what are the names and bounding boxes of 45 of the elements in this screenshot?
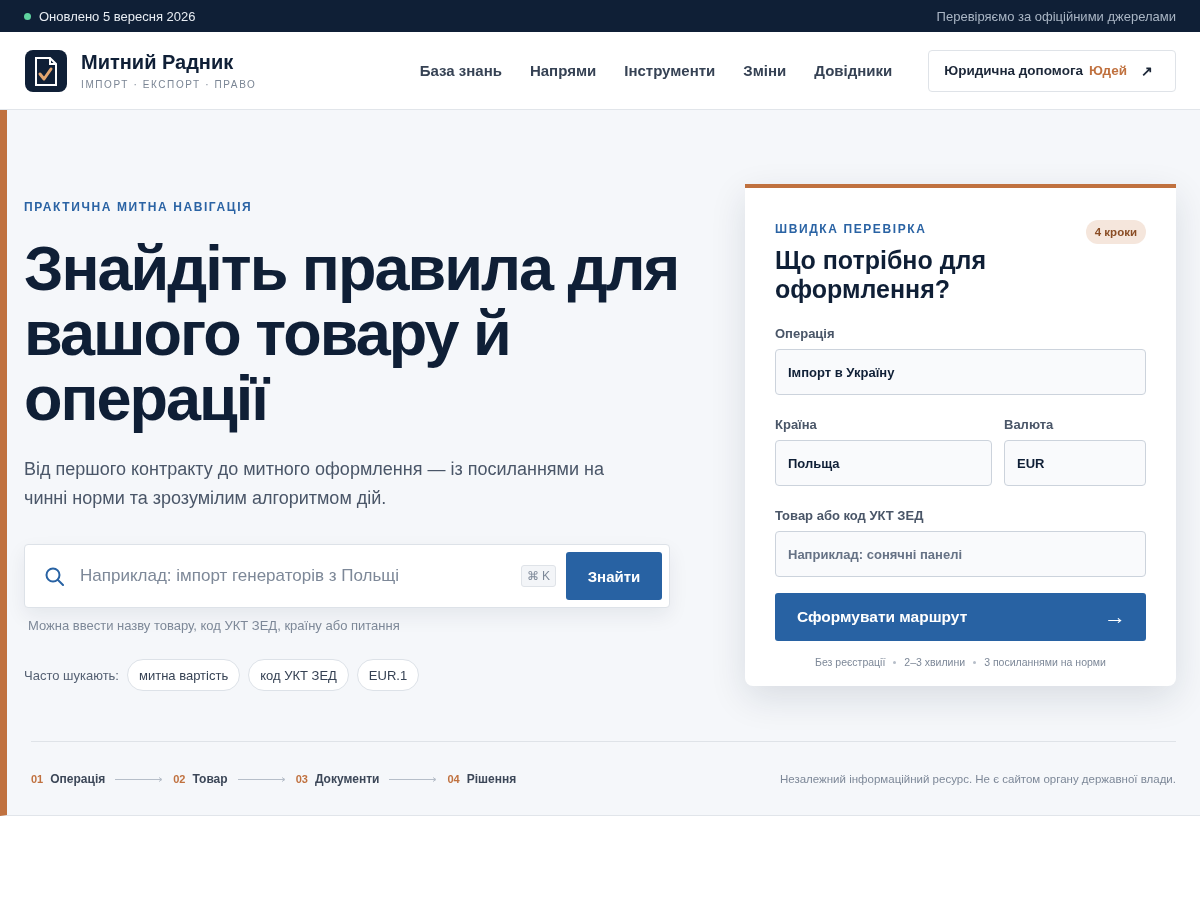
search-bar[interactable]: Наприклад: імпорт генераторів з Польщі ⌘ K Знайти (24, 544, 670, 608)
input-field[interactable]: Імпорт в Україну (775, 349, 1146, 395)
nav-link[interactable]: Зміни (743, 62, 787, 79)
nav-link[interactable]: Довідники (814, 62, 893, 79)
step-label: Рішення (466, 772, 517, 786)
step-label: Товар (192, 772, 228, 786)
shortcut-hint: ⌘ K (521, 565, 556, 587)
build-route-button[interactable]: Сформувати маршрут → (775, 593, 1146, 641)
step-number: 03 (295, 773, 308, 785)
search-chip[interactable]: EUR.1 (356, 659, 420, 691)
field-label: Країна (775, 417, 818, 432)
card-eyebrow: ШВИДКА ПЕРЕВІРКА (775, 222, 927, 236)
search-chip[interactable]: митна вартість (127, 659, 241, 691)
disclaimer-text: Незалежний інформаційний ресурс. Не є сайтом органу державної влади. (780, 773, 1176, 785)
input-field[interactable]: EUR (1004, 440, 1146, 486)
step-number: 02 (173, 773, 186, 785)
brand-name: Митний Радник (81, 51, 235, 74)
legal-help-button[interactable]: Юридична допомога Юдей ↗ (928, 49, 1176, 92)
field-label: Операція (775, 326, 836, 341)
card-footnote: 3 посиланнями на норми (984, 656, 1106, 668)
update-date: Оновлено 5 вересня 2026 (39, 8, 196, 24)
nav-link[interactable]: База знань (419, 62, 502, 79)
step-label: Документи (314, 772, 380, 786)
hero-heading: Знайдіть правила для вашого товару й операції (24, 236, 680, 431)
nav-link[interactable]: Інструменти (624, 62, 716, 79)
card-footnote: Без реєстрації (815, 656, 886, 668)
card-footnote: 2–3 хвилини (904, 656, 966, 668)
nav-link[interactable]: Напрями (529, 62, 597, 79)
step-label: Операція (50, 772, 106, 786)
search-chip[interactable]: код УКТ ЗЕД (248, 659, 349, 691)
popular-label: Часто шукають: (24, 667, 119, 683)
step-number: 04 (447, 773, 460, 785)
card-title: Що потрібно для оформлення? (775, 246, 987, 304)
hero-description: Від першого контракту до митного оформлення — із посиланнями на чинні норми та зрозумілим алгоритмом дій. (24, 458, 605, 510)
step-number: 01 (31, 773, 44, 785)
steps-badge: 4 кроки (1085, 220, 1146, 244)
search-button[interactable]: Знайти (566, 552, 662, 600)
search-hint: Можна ввести назву товару, код УКТ ЗЕД, країну або питання (28, 618, 401, 633)
input-field[interactable]: Наприклад: сонячні панелі (775, 531, 1146, 577)
brand-tagline: ІМПОРТ · ЕКСПОРТ · ПРАВО (81, 79, 257, 90)
eyebrow-label: ПРАКТИЧНА МИТНА НАВІГАЦІЯ (24, 200, 254, 214)
source-note: Перевіряємо за офіційними джерелами (936, 8, 1176, 24)
input-field[interactable]: Польща (775, 440, 992, 486)
field-label: Валюта (1004, 417, 1055, 432)
field-label: Товар або код УКТ ЗЕД (775, 508, 925, 523)
